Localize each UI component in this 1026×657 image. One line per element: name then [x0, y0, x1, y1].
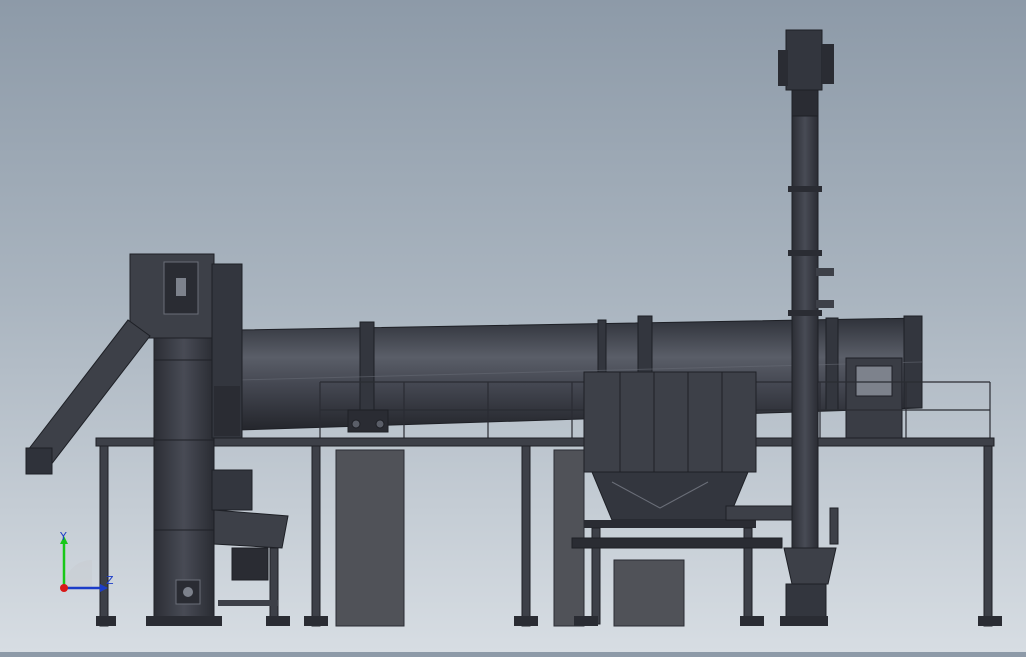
vibrating-screen — [211, 469, 290, 626]
dryer-plant-model[interactable] — [0, 0, 1026, 652]
inlet-hood — [211, 263, 243, 439]
triad-plane — [64, 560, 92, 588]
y-axis-label: Y — [59, 530, 67, 543]
feed-chute — [25, 319, 151, 475]
model-viewport[interactable]: Y Z — [0, 0, 1026, 652]
x-axis-origin — [60, 584, 68, 592]
coordinate-triad: Y Z — [59, 530, 114, 592]
z-axis-label: Z — [106, 574, 114, 587]
outlet-hood — [845, 357, 903, 439]
